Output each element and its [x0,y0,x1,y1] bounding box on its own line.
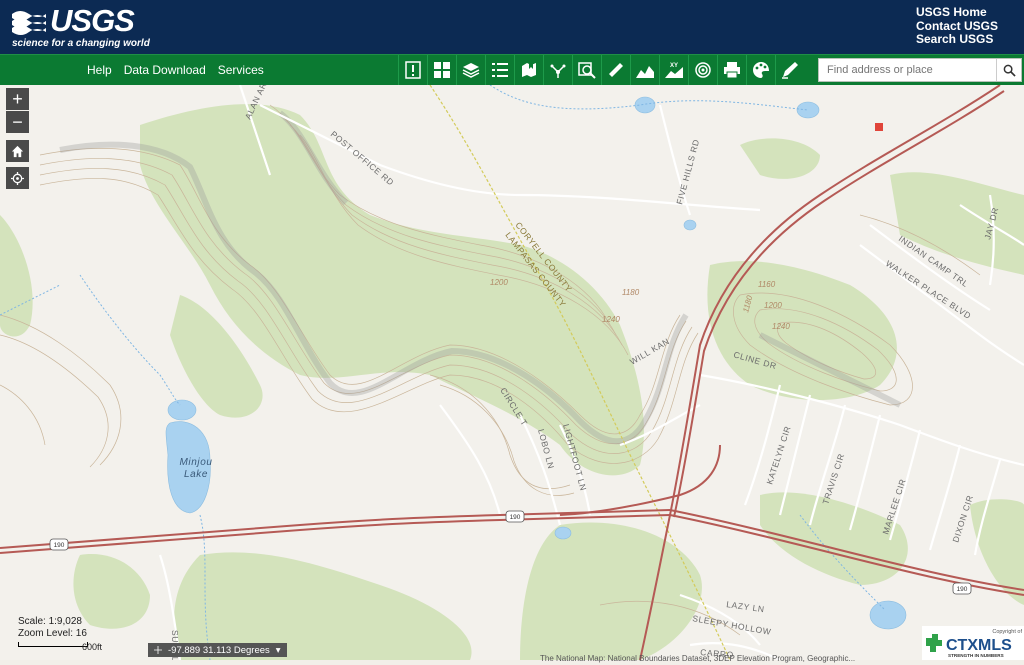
small-pond [167,399,197,421]
basemap-grid-icon[interactable] [427,55,456,85]
coordinate-readout[interactable]: -97.889 31.113 Degrees ▾ [148,643,287,657]
contour-label-1200-east: 1200 [764,301,782,310]
menu-services[interactable]: Services [218,63,264,77]
tool-strip: XY [398,55,804,85]
print-icon[interactable] [717,55,746,85]
menu-help[interactable]: Help [87,63,112,77]
texas-cross-icon [926,634,942,652]
topo-map[interactable]: 190 190 190 Minjou Lake POST OFFICE RD F… [0,68,1024,662]
draw-icon[interactable] [775,55,804,85]
pond-south [554,526,572,540]
usgs-logo-text: USGS [50,3,135,38]
contour-label-1240: 1240 [602,315,620,324]
usgs-home-link[interactable]: USGS Home [916,5,998,20]
contour-label-1200: 1200 [490,278,508,287]
scale-text: Scale: 1:9,028 [18,616,82,627]
scale-readout: Scale: 1:9,028 Zoom Level: 16 [18,616,87,640]
search-icon [1003,64,1016,77]
bookmark-icon[interactable] [514,55,543,85]
usgs-logo[interactable]: USGS science for a changing world [12,3,152,50]
toolbar: Help Data Download Services XY [0,54,1024,85]
zoom-out-label: − [12,111,23,132]
search-input[interactable] [819,59,1011,81]
xy-icon[interactable]: XY [659,55,688,85]
svg-text:190: 190 [510,514,521,521]
poi-marker-icon[interactable] [875,123,883,131]
usgs-header: USGS science for a changing world USGS H… [0,0,1024,54]
ctxmls-slogan: STRENGTH IN NUMBERS [948,653,1004,658]
share-icon[interactable] [543,55,572,85]
zoom-search-icon[interactable] [572,55,601,85]
svg-text:190: 190 [54,542,65,549]
contour-label-1160: 1160 [758,280,776,289]
route-shield-190-west: 190 [49,538,69,551]
contour-label-1240-east: 1240 [772,322,790,331]
search-usgs-link[interactable]: Search USGS [916,32,998,47]
locate-button[interactable] [6,167,29,189]
locate-icon [11,171,24,185]
layers-icon[interactable] [456,55,485,85]
ctxmls-logo-graphic: Copyright of CTXMLS STRENGTH IN NUMBERS [926,629,1022,658]
scale-bar [18,642,88,647]
map-canvas[interactable]: 190 190 190 Minjou Lake POST OFFICE RD F… [0,68,1024,662]
crosshair-icon [154,646,162,654]
contour-label-1180: 1180 [622,288,640,297]
zoom-in-button[interactable]: + [6,88,29,110]
usgs-tagline: science for a changing world [12,38,150,49]
target-icon[interactable] [688,55,717,85]
measure-icon[interactable] [601,55,630,85]
lake-label-line1: Minjou [179,457,212,468]
main-menu: Help Data Download Services [87,55,264,85]
svg-text:190: 190 [957,586,968,593]
lake-label-line2: Lake [184,469,208,480]
legend-list-icon[interactable] [485,55,514,85]
zoom-level-text: Zoom Level: 16 [18,628,87,639]
pond-mid [683,219,697,231]
search-button[interactable] [996,59,1021,81]
search-box [818,58,1022,82]
coords-dropdown-icon[interactable]: ▾ [276,645,281,656]
ctxmls-copyright: Copyright of [992,629,1022,635]
palette-icon[interactable] [746,55,775,85]
header-links: USGS Home Contact USGS Search USGS [916,5,998,47]
attribution-text: The National Map: National Boundaries Da… [540,654,856,663]
pond-ne [796,101,820,119]
scale-bar-label: 600ft [82,642,103,652]
menu-data-download[interactable]: Data Download [124,63,206,77]
alert-icon[interactable] [398,55,427,85]
coordinates-text: -97.889 31.113 Degrees [168,644,270,656]
ctxmls-logo[interactable]: Copyright of CTXMLS STRENGTH IN NUMBERS [922,626,1024,660]
zoom-out-button[interactable]: − [6,111,29,133]
home-button[interactable] [6,140,29,162]
svg-text:XY: XY [670,63,678,69]
usgs-wave-icon [12,11,46,35]
home-icon [11,145,24,157]
pond-se [869,600,907,630]
route-shield-190-center: 190 [505,510,525,523]
contact-usgs-link[interactable]: Contact USGS [916,19,998,34]
ctxmls-brand: CTXMLS [946,637,1012,654]
profile-icon[interactable] [630,55,659,85]
zoom-in-label: + [12,88,23,109]
route-shield-190-east: 190 [952,582,972,595]
